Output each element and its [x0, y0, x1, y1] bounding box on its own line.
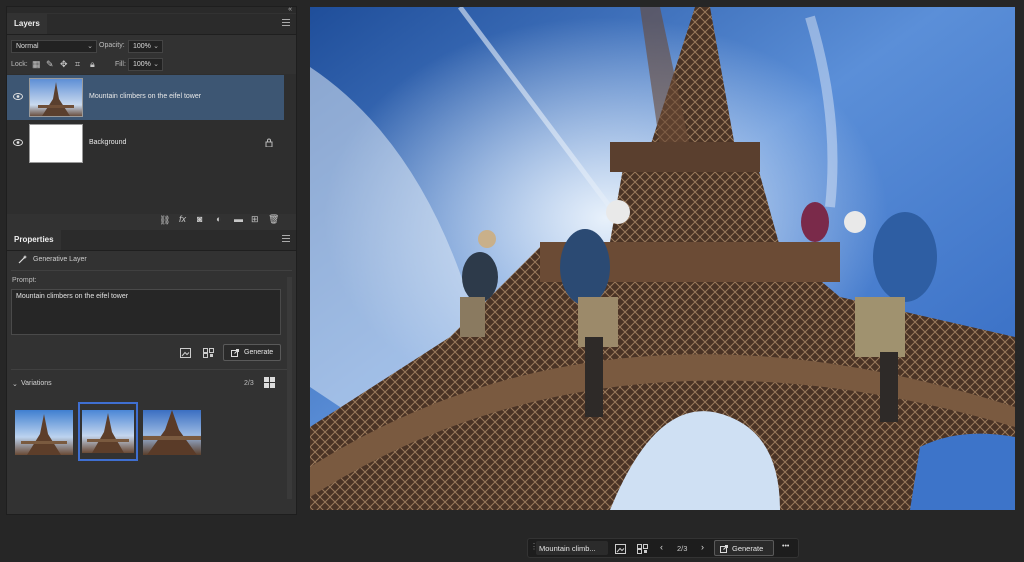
- panel-top-strip: «: [7, 6, 296, 13]
- layer-name[interactable]: Background: [89, 139, 126, 146]
- layer-thumbnail: [29, 124, 83, 163]
- generate-button[interactable]: Generate: [223, 344, 281, 361]
- variations-count: 2/3: [244, 380, 254, 387]
- variation-image: [21, 414, 67, 455]
- eiffel-tower-climbers-image: [310, 7, 1015, 510]
- image-reference-icon[interactable]: [615, 544, 626, 554]
- layers-footer: ⛓ fx ◙ ◐ ▬ ⊞ 🗑︎: [7, 214, 296, 228]
- lock-position-icon[interactable]: ✥: [60, 59, 68, 70]
- fx-icon[interactable]: fx: [179, 214, 186, 224]
- opacity-field[interactable]: 100% ⌄: [128, 40, 163, 53]
- qr-grid-icon[interactable]: [637, 544, 648, 554]
- generate-label: Generate: [732, 544, 764, 553]
- prompt-text: Mountain climb...: [539, 544, 596, 553]
- generate-label: Generate: [244, 349, 274, 356]
- layer-row-background[interactable]: Background: [7, 121, 284, 166]
- chevron-down-icon: ⌄: [153, 61, 159, 68]
- lock-artboard-icon[interactable]: ⌗: [75, 59, 80, 70]
- eye-icon[interactable]: [13, 93, 23, 100]
- fill-value: 100%: [133, 61, 151, 68]
- blend-mode-dropdown[interactable]: Normal ⌄: [11, 40, 97, 53]
- tab-layers[interactable]: Layers: [7, 14, 47, 34]
- panel-menu-icon[interactable]: [282, 235, 290, 243]
- tab-properties[interactable]: Properties: [7, 230, 61, 250]
- variation-thumbnail-1[interactable]: [15, 410, 73, 455]
- left-panel: « Layers Normal ⌄ Opacity: 100% ⌄ Lock: …: [6, 6, 297, 515]
- variation-thumbnail-3[interactable]: [143, 410, 201, 455]
- chevron-down-icon: ⌄: [153, 43, 159, 50]
- layer-thumbnail: [29, 78, 83, 117]
- collapse-panels-icon[interactable]: «: [288, 6, 292, 13]
- prompt-field[interactable]: Mountain climb...: [536, 541, 608, 555]
- generate-button[interactable]: Generate: [714, 540, 774, 556]
- fill-label: Fill:: [115, 61, 126, 68]
- generate-icon: [231, 349, 239, 357]
- lock-transparent-pixels-icon[interactable]: ▦: [32, 59, 41, 70]
- opacity-value: 100%: [133, 43, 151, 50]
- prompt-input[interactable]: Mountain climbers on the eifel tower: [11, 289, 281, 335]
- chevron-down-icon: ⌄: [87, 43, 93, 50]
- layer-list: Mountain climbers on the eifel tower Bac…: [7, 74, 296, 214]
- lock-label: Lock:: [11, 61, 28, 68]
- variation-image: [143, 410, 201, 455]
- new-layer-icon[interactable]: ⊞: [251, 214, 259, 225]
- tower-thumbnail-image: [38, 82, 74, 116]
- variation-page: 2/3: [677, 544, 688, 553]
- variation-image: [82, 410, 134, 453]
- layer-row-generative[interactable]: Mountain climbers on the eifel tower: [7, 75, 284, 120]
- variations-label[interactable]: Variations: [21, 380, 52, 387]
- opacity-label: Opacity:: [99, 42, 125, 49]
- properties-scrollbar[interactable]: [287, 277, 292, 499]
- more-options-icon[interactable]: •••: [782, 543, 789, 550]
- link-icon[interactable]: ⛓: [159, 215, 170, 226]
- previous-variation-icon[interactable]: ‹: [660, 542, 663, 552]
- lock-image-pixels-icon[interactable]: ✎: [46, 59, 54, 70]
- lock-all-icon[interactable]: 🔒︎: [90, 59, 95, 70]
- properties-tabbar: Properties: [7, 230, 296, 251]
- grid-view-icon[interactable]: [264, 377, 275, 388]
- layers-tabbar: Layers: [7, 14, 296, 35]
- divider: [11, 270, 292, 271]
- eye-icon[interactable]: [13, 139, 23, 146]
- generate-icon: [720, 545, 728, 553]
- image-reference-icon[interactable]: [180, 348, 191, 358]
- panel-menu-icon[interactable]: [282, 19, 290, 27]
- layer-type-label: Generative Layer: [33, 256, 87, 263]
- divider: [11, 369, 292, 370]
- chevron-down-icon[interactable]: ⌄: [12, 380, 18, 388]
- next-variation-icon[interactable]: ›: [701, 542, 704, 552]
- variation-thumbnail-2-selected[interactable]: [78, 402, 138, 461]
- folder-icon[interactable]: ▬: [234, 214, 243, 224]
- contextual-task-bar: ⋮ Mountain climb... ‹ 2/3 › Generate •••: [527, 538, 799, 558]
- generative-layer-icon: [18, 255, 27, 264]
- qr-grid-icon[interactable]: [203, 348, 214, 358]
- blend-mode-value: Normal: [16, 43, 39, 50]
- trash-icon[interactable]: 🗑︎: [268, 214, 279, 225]
- lock-icon: [265, 138, 273, 147]
- document-canvas[interactable]: [310, 7, 1015, 510]
- adjustment-icon[interactable]: ◐: [216, 214, 221, 224]
- prompt-label: Prompt:: [12, 277, 37, 284]
- layer-name[interactable]: Mountain climbers on the eifel tower: [89, 93, 201, 100]
- fill-field[interactable]: 100% ⌄: [128, 58, 163, 71]
- mask-icon[interactable]: ◙: [197, 214, 202, 224]
